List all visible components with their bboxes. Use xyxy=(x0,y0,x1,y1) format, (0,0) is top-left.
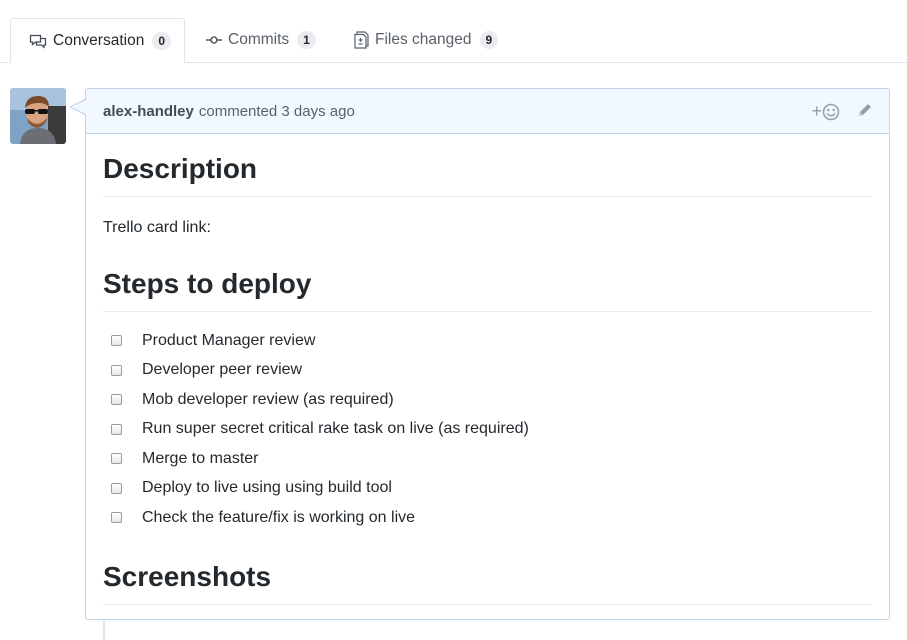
comment-header: alex-handley commented 3 days ago + xyxy=(86,89,889,134)
task-checkbox[interactable] xyxy=(111,394,122,406)
comment-discussion-icon xyxy=(29,34,47,49)
task-label: Run super secret critical rake task on l… xyxy=(142,420,529,438)
task-checkbox[interactable] xyxy=(111,364,122,376)
task-checkbox[interactable] xyxy=(111,335,122,347)
task-item: Check the feature/fix is working on live xyxy=(103,503,872,533)
add-reaction-button[interactable]: + xyxy=(811,101,840,122)
screenshots-heading: Screenshots xyxy=(103,560,872,605)
commits-count: 1 xyxy=(297,31,316,49)
task-label: Deploy to live using using build tool xyxy=(142,479,392,497)
task-item: Developer peer review xyxy=(103,356,872,386)
task-label: Developer peer review xyxy=(142,361,303,379)
tab-files-changed-label: Files changed xyxy=(375,31,472,48)
task-item: Product Manager review xyxy=(103,326,872,356)
pr-tabs: Conversation 0 Commits 1 Files changed 9 xyxy=(0,0,907,63)
git-commit-icon xyxy=(206,36,222,44)
task-list: Product Manager review Developer peer re… xyxy=(103,326,872,533)
task-item: Run super secret critical rake task on l… xyxy=(103,415,872,445)
task-checkbox[interactable] xyxy=(111,482,122,494)
edit-comment-button[interactable] xyxy=(857,102,873,122)
task-checkbox[interactable] xyxy=(111,423,122,435)
task-item: Deploy to live using using build tool xyxy=(103,474,872,504)
add-reaction-plus: + xyxy=(811,101,822,121)
task-label: Mob developer review (as required) xyxy=(142,390,394,408)
avatar[interactable] xyxy=(10,88,66,144)
task-label: Check the feature/fix is working on live xyxy=(142,508,416,526)
conversation-count: 0 xyxy=(152,32,172,50)
timeline-connector xyxy=(103,620,105,640)
trello-link-text: Trello card link: xyxy=(103,219,211,236)
description-heading: Description xyxy=(103,152,872,197)
tab-conversation-label: Conversation xyxy=(53,32,145,49)
comment-body: Description Trello card link: Steps to d… xyxy=(86,152,889,605)
comment-actions: + xyxy=(811,101,873,122)
task-label: Merge to master xyxy=(142,449,259,467)
comment-timestamp[interactable]: commented 3 days ago xyxy=(199,103,355,120)
comment-box: alex-handley commented 3 days ago + Desc… xyxy=(69,88,890,620)
steps-heading: Steps to deploy xyxy=(103,267,872,312)
file-diff-icon xyxy=(354,31,369,49)
task-item: Mob developer review (as required) xyxy=(103,385,872,415)
task-checkbox[interactable] xyxy=(111,512,122,524)
tab-commits-label: Commits xyxy=(228,31,290,48)
smiley-icon xyxy=(822,103,840,120)
task-checkbox[interactable] xyxy=(111,453,122,465)
task-item: Merge to master xyxy=(103,444,872,474)
files-changed-count: 9 xyxy=(479,31,499,49)
tab-files-changed[interactable]: Files changed 9 xyxy=(354,18,499,62)
task-label: Product Manager review xyxy=(142,331,316,349)
pencil-icon xyxy=(859,103,871,116)
tab-commits[interactable]: Commits 1 xyxy=(206,18,316,62)
comment-author[interactable]: alex-handley xyxy=(103,103,194,120)
tab-conversation[interactable]: Conversation 0 xyxy=(10,18,185,63)
